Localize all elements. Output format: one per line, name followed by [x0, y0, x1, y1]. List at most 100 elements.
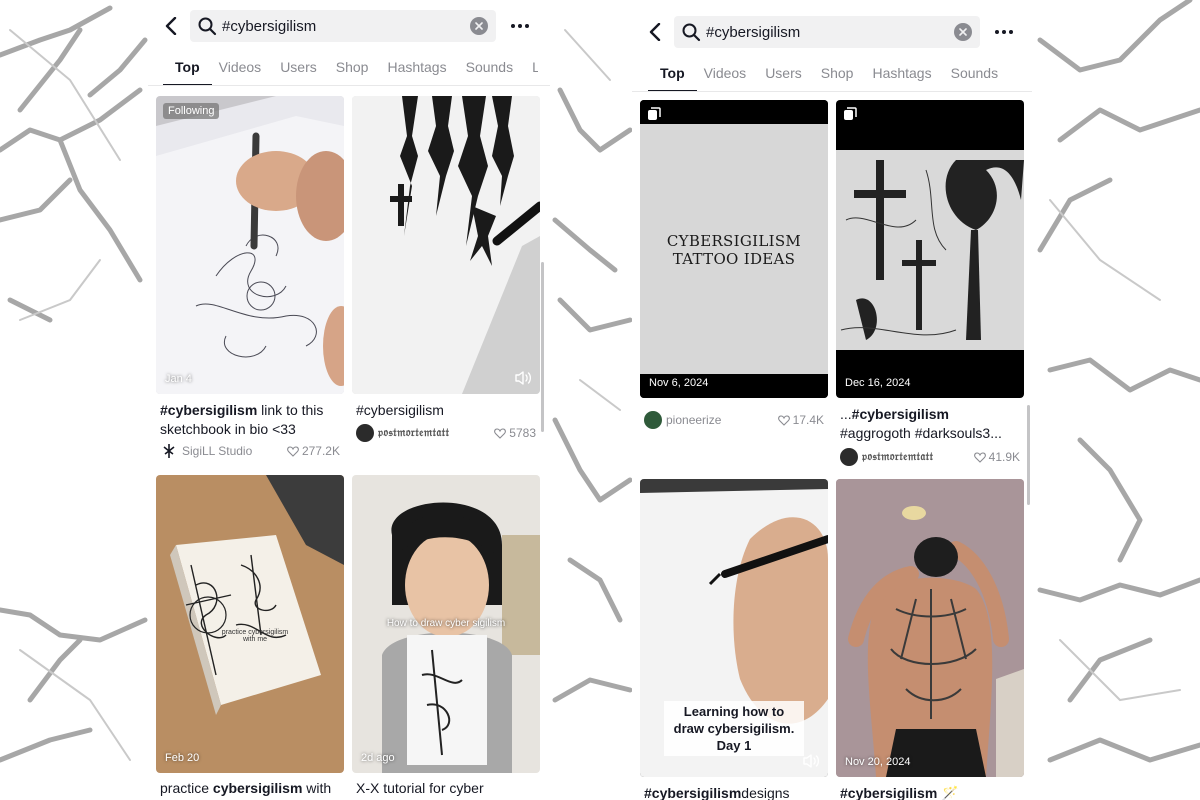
video-thumbnail: Following Jan 4	[156, 96, 344, 394]
video-description: #cybersigilism link to this sketchbook i…	[160, 401, 344, 439]
following-badge: Following	[163, 103, 220, 119]
scrollbar[interactable]	[541, 262, 544, 432]
like-count-value: 5783	[509, 426, 536, 440]
right-phone-screen: #cybersigilism Top Videos Users Shop Has…	[632, 0, 1032, 800]
tab-users[interactable]: Users	[765, 58, 802, 88]
chevron-left-icon	[649, 23, 661, 41]
video-meta: pioneerize 17.4K	[644, 411, 824, 429]
search-header: #cybersigilism	[148, 8, 550, 44]
post-date: Dec 16, 2024	[845, 377, 911, 389]
like-count: 17.4K	[777, 413, 824, 427]
sound-icon[interactable]	[802, 753, 820, 769]
search-header: #cybersigilism	[632, 14, 1032, 50]
search-input[interactable]: #cybersigilism	[190, 10, 496, 42]
description-text: with	[302, 780, 332, 796]
clear-search-button[interactable]	[954, 23, 972, 41]
search-icon	[682, 23, 701, 42]
scrollbar[interactable]	[1027, 405, 1030, 505]
search-tabs: Top Videos Users Shop Hashtags Sounds L	[148, 52, 550, 86]
clear-search-button[interactable]	[470, 17, 488, 35]
back-button[interactable]	[160, 15, 182, 37]
tabs-divider	[632, 91, 1032, 92]
post-date: Nov 6, 2024	[649, 377, 709, 389]
author-name[interactable]: SigiLL Studio	[182, 444, 287, 458]
chevron-left-icon	[165, 17, 177, 35]
hashtag[interactable]: cybersigilism	[213, 780, 303, 796]
description-text: 🪄	[937, 785, 959, 800]
sound-icon[interactable]	[514, 370, 532, 386]
video-description: X-X tutorial for cyber	[356, 779, 540, 798]
tab-hashtags[interactable]: Hashtags	[872, 58, 931, 88]
like-count-value: 277.2K	[301, 444, 340, 458]
video-caption: Learning how to draw cybersigilism. Day …	[664, 701, 804, 756]
description-text: practice	[160, 780, 213, 796]
search-query: #cybersigilism	[706, 23, 801, 41]
video-meta: 𝔭𝔬𝔰𝔱𝔪𝔬𝔯𝔱𝔢𝔪𝔱𝔞𝔱𝔱 41.9K	[840, 448, 1020, 466]
tab-videos[interactable]: Videos	[219, 52, 262, 82]
hashtag[interactable]: #cybersigilism	[160, 402, 257, 418]
tab-top[interactable]: Top	[648, 58, 697, 92]
like-count: 5783	[494, 426, 536, 440]
video-overlay-text: How to draw cyber sigilism	[386, 618, 506, 629]
like-count-value: 17.4K	[792, 413, 824, 427]
tab-live[interactable]: L	[532, 52, 538, 82]
author-name[interactable]: 𝔭𝔬𝔰𝔱𝔪𝔬𝔯𝔱𝔢𝔪𝔱𝔞𝔱𝔱	[862, 450, 974, 464]
tabs-divider	[148, 85, 550, 86]
video-thumbnail: How to draw cyber sigilism 2d ago	[352, 475, 540, 773]
video-thumbnail	[352, 96, 540, 394]
video-description: #cybersigilismdesigns	[644, 784, 828, 800]
tab-users[interactable]: Users	[280, 52, 317, 82]
video-thumbnail: practice cybersigilism with me Feb 20	[156, 475, 344, 773]
description-text: #aggrogoth #darksouls3...	[840, 425, 1002, 441]
video-thumbnail: Dec 16, 2024	[836, 100, 1024, 398]
carousel-icon	[844, 107, 857, 120]
hashtag[interactable]: #cybersigilism	[644, 785, 741, 800]
author-avatar[interactable]	[840, 448, 858, 466]
tab-hashtags[interactable]: Hashtags	[387, 52, 446, 82]
poster-title: CYBERSIGILISM TATTOO IDEAS	[640, 232, 828, 268]
tab-shop[interactable]: Shop	[336, 52, 369, 82]
video-thumbnail: Nov 20, 2024	[836, 479, 1024, 777]
poster-title-line: TATTOO IDEAS	[672, 250, 796, 268]
description-text: designs	[741, 785, 790, 800]
post-date: Feb 20	[165, 752, 200, 764]
poster-title-line: CYBERSIGILISM	[666, 232, 802, 250]
author-avatar[interactable]	[644, 411, 662, 429]
video-thumbnail: Learning how to draw cybersigilism. Day …	[640, 479, 828, 777]
video-meta: 𝔭𝔬𝔰𝔱𝔪𝔬𝔯𝔱𝔢𝔪𝔱𝔞𝔱𝔱 5783	[356, 424, 536, 442]
video-description: ...#cybersigilism #aggrogoth #darksouls3…	[840, 405, 1024, 443]
author-avatar[interactable]	[356, 424, 374, 442]
heart-icon	[287, 445, 299, 457]
description-text: #cybersigilism	[356, 402, 444, 418]
like-count: 41.9K	[973, 450, 1020, 464]
post-date: 2d ago	[361, 752, 395, 764]
hashtag[interactable]: #cybersigilism	[852, 406, 949, 422]
search-query: #cybersigilism	[222, 17, 317, 35]
like-count-value: 41.9K	[988, 450, 1020, 464]
search-icon	[198, 17, 217, 36]
tab-shop[interactable]: Shop	[821, 58, 854, 88]
hashtag[interactable]: #cybersigilism	[840, 785, 937, 800]
tab-top[interactable]: Top	[163, 52, 212, 86]
tab-videos[interactable]: Videos	[704, 58, 747, 88]
more-options-button[interactable]	[508, 16, 532, 36]
post-date: Jan 4	[165, 373, 192, 385]
search-input[interactable]: #cybersigilism	[674, 16, 980, 48]
author-name[interactable]: 𝔭𝔬𝔰𝔱𝔪𝔬𝔯𝔱𝔢𝔪𝔱𝔞𝔱𝔱	[378, 426, 494, 440]
heart-icon	[494, 427, 507, 439]
author-avatar[interactable]	[160, 442, 178, 460]
video-meta: SigiLL Studio 277.2K	[160, 442, 340, 460]
tab-sounds[interactable]: Sounds	[951, 58, 998, 88]
close-icon	[475, 22, 483, 30]
heart-icon	[973, 451, 986, 463]
description-text: X-X tutorial for cyber	[356, 780, 484, 796]
description-text: ...	[840, 406, 852, 422]
carousel-icon	[648, 107, 661, 120]
video-description: practice cybersigilism with	[160, 779, 344, 798]
like-count: 277.2K	[287, 444, 340, 458]
left-phone-screen: #cybersigilism Top Videos Users Shop Has…	[148, 0, 550, 800]
back-button[interactable]	[644, 21, 666, 43]
tab-sounds[interactable]: Sounds	[466, 52, 513, 82]
more-options-button[interactable]	[992, 22, 1016, 42]
author-name[interactable]: pioneerize	[666, 413, 778, 427]
